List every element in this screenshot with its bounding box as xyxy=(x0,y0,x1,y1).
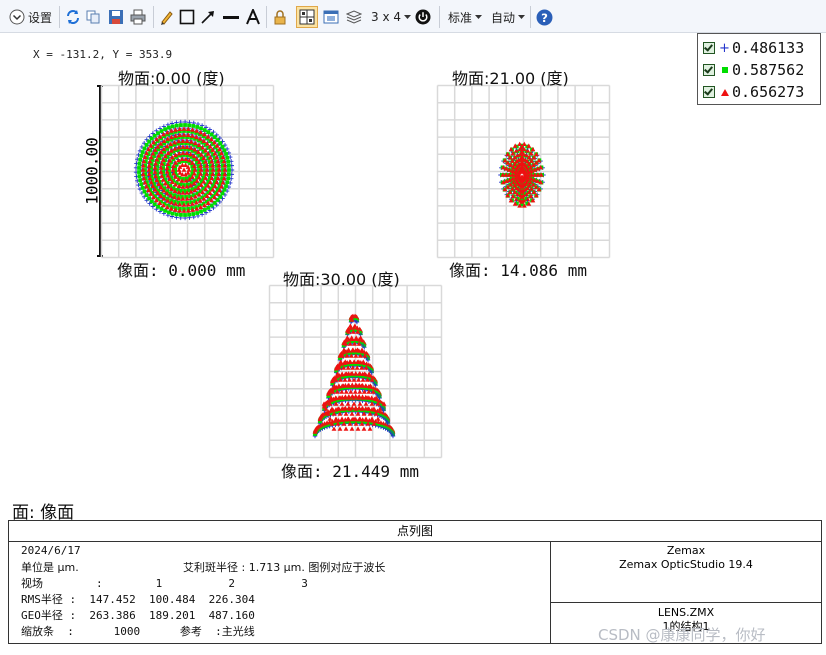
legend-wavelength: 0.486133 xyxy=(732,39,805,57)
object-field-label-2: 物面:21.00 (度) xyxy=(452,69,569,88)
spot-plot-field-3 xyxy=(268,284,443,459)
toolbar-separator xyxy=(439,6,440,28)
dropdown-arrow-icon xyxy=(475,14,483,20)
spot-plot-field-2 xyxy=(436,84,611,259)
power-button[interactable] xyxy=(415,7,431,27)
image-height-label-2: 像面: 14.086 mm xyxy=(449,261,587,280)
layers-button[interactable] xyxy=(346,7,362,27)
date-text: 2024/6/17 xyxy=(21,544,81,557)
standard-label: 标准 xyxy=(448,10,473,25)
info-panel-title: 点列图 xyxy=(9,521,821,542)
object-field-label-3: 物面:30.00 (度) xyxy=(283,270,400,289)
toolbar-separator xyxy=(59,6,60,28)
grid-icon xyxy=(299,9,315,25)
power-icon xyxy=(415,9,431,25)
auto-dropdown[interactable]: 自动 xyxy=(491,7,526,27)
plus-marker-icon: + xyxy=(719,40,730,56)
checkbox-icon[interactable] xyxy=(703,86,715,98)
cursor-coordinate-readout: X = -131.2, Y = 353.9 xyxy=(33,48,173,61)
image-height-label-3: 像面: 21.449 mm xyxy=(281,462,419,481)
scale-bar-label: 1000.00 xyxy=(82,137,102,205)
layout-label: 3 x 4 xyxy=(371,10,401,24)
refresh-icon xyxy=(65,9,81,25)
watermark: CSDN @康康同学，你好 xyxy=(598,626,766,644)
layers-icon xyxy=(346,9,362,25)
text-a-icon xyxy=(245,9,261,25)
arrow-tool-button[interactable] xyxy=(200,7,216,27)
save-icon xyxy=(108,9,124,25)
settings-label: 设置 xyxy=(28,10,53,25)
pencil-icon xyxy=(159,9,175,25)
grid-toggle-button[interactable] xyxy=(296,6,318,28)
checkbox-icon[interactable] xyxy=(703,64,715,76)
legend-wavelength: 0.656273 xyxy=(732,83,805,101)
copy-icon xyxy=(85,9,101,25)
dropdown-arrow-icon xyxy=(404,14,411,20)
svg-text:?: ? xyxy=(541,10,548,24)
auto-label: 自动 xyxy=(491,10,516,25)
help-icon: ? xyxy=(536,9,553,26)
window-button[interactable] xyxy=(323,7,339,27)
legend-item-3[interactable]: 0.656273 xyxy=(698,82,804,102)
line-icon xyxy=(222,9,240,25)
rectangle-tool-button[interactable] xyxy=(179,7,195,27)
text-tool-button[interactable] xyxy=(245,7,261,27)
lock-icon xyxy=(272,9,288,25)
unit-text: 单位是 µm. xyxy=(21,561,79,574)
info-data-section: 2024/6/17 单位是 µm. 艾利斑半径 : 1.713 µm. 图例对应… xyxy=(9,541,551,643)
copy-button[interactable] xyxy=(85,7,101,27)
window-icon xyxy=(323,9,339,25)
lock-button[interactable] xyxy=(272,7,288,27)
arrow-icon xyxy=(200,9,216,25)
pencil-tool-button[interactable] xyxy=(159,7,175,27)
toolbar: 设置 3 x 4 标准 自动 ? xyxy=(0,0,826,33)
software-version: Zemax OpticStudio 19.4 xyxy=(619,558,753,571)
object-field-label-1: 物面:0.00 (度) xyxy=(118,69,225,88)
layout-dropdown[interactable]: 3 x 4 xyxy=(371,7,411,27)
settings-button[interactable]: 设置 xyxy=(9,7,52,27)
geo-radius-row: GEO半径 : 263.386 189.201 487.160 xyxy=(21,609,255,622)
image-height-label-1: 像面: 0.000 mm xyxy=(117,261,246,280)
file-name: LENS.ZMX xyxy=(657,606,715,619)
toolbar-separator xyxy=(266,6,267,28)
standard-dropdown[interactable]: 标准 xyxy=(448,7,483,27)
rectangle-icon xyxy=(179,9,195,25)
square-marker-icon xyxy=(720,67,729,73)
legend-item-1[interactable]: + 0.486133 xyxy=(698,38,804,58)
triangle-marker-icon xyxy=(720,88,729,96)
rms-radius-row: RMS半径 : 147.452 100.484 226.304 xyxy=(21,593,255,606)
toolbar-separator xyxy=(530,6,531,28)
toolbar-separator xyxy=(153,6,154,28)
spot-markers xyxy=(312,313,396,439)
wavelength-legend: + 0.486133 0.587562 0.656273 xyxy=(697,33,821,105)
refresh-button[interactable] xyxy=(65,7,81,27)
line-tool-button[interactable] xyxy=(222,7,240,27)
dropdown-arrow-icon xyxy=(518,14,526,20)
software-info: Zemax Zemax OpticStudio 19.4 xyxy=(551,541,821,603)
airy-radius-text: 艾利斑半径 : 1.713 µm. 图例对应于波长 xyxy=(183,561,386,574)
save-button[interactable] xyxy=(108,7,124,27)
scale-reference-row: 缩放条 : 1000 参考 :主光线 xyxy=(21,625,255,638)
spot-markers xyxy=(133,119,235,221)
legend-item-2[interactable]: 0.587562 xyxy=(698,60,804,80)
spot-plot-field-1 xyxy=(100,84,275,259)
help-button[interactable]: ? xyxy=(536,7,553,27)
field-row: 视场 : 1 2 3 xyxy=(21,577,308,590)
checkbox-icon[interactable] xyxy=(703,42,715,54)
print-button[interactable] xyxy=(130,7,146,27)
legend-wavelength: 0.587562 xyxy=(732,61,805,79)
spot-markers xyxy=(498,141,546,208)
software-name: Zemax xyxy=(666,544,706,557)
printer-icon xyxy=(130,9,146,25)
chevron-down-circle-icon xyxy=(9,9,25,25)
